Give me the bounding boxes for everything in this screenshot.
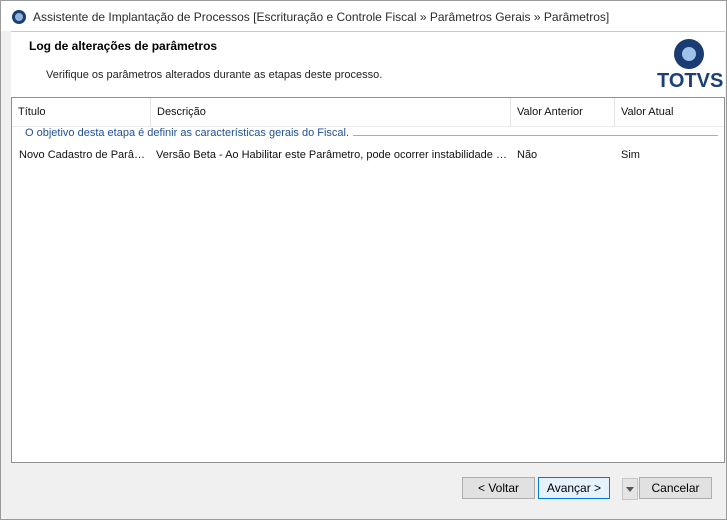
table-row[interactable]: Novo Cadastro de Parâm... Versão Beta - … [12,146,724,164]
totvs-logo-text: TOTVS [657,70,724,92]
column-header-titulo[interactable]: Título [12,98,151,126]
column-header-descricao[interactable]: Descrição [151,98,511,126]
wizard-header: Log de alterações de parâmetros Verifiqu… [11,31,725,97]
totvs-logo: TOTVS [657,38,724,94]
back-button[interactable]: < Voltar [462,477,535,499]
group-label: O objetivo desta etapa é definir as cara… [25,127,354,139]
grid-header: Título Descrição Valor Anterior Valor At… [12,98,724,127]
group-row[interactable]: O objetivo desta etapa é definir as cara… [12,127,724,143]
cell-descricao: Versão Beta - Ao Habilitar este Parâmetr… [156,149,508,161]
wizard-window: Assistente de Implantação de Processos [… [0,0,727,520]
window-title: Assistente de Implantação de Processos [… [33,10,610,24]
chevron-down-icon[interactable] [622,478,638,500]
cell-valor-atual: Sim [621,149,640,161]
app-icon [12,10,26,24]
cancel-button[interactable]: Cancelar [639,477,712,499]
title-bar: Assistente de Implantação de Processos [… [1,1,726,31]
cell-valor-anterior: Não [517,149,538,161]
column-header-valor-atual[interactable]: Valor Atual [615,98,724,126]
parameters-grid[interactable]: Título Descrição Valor Anterior Valor At… [11,97,725,463]
totvs-logo-icon [674,39,704,69]
page-subtitle: Verifique os parâmetros alterados durant… [46,69,383,81]
next-button[interactable]: Avançar > [538,477,610,499]
page-title: Log de alterações de parâmetros [29,39,218,53]
cell-titulo: Novo Cadastro de Parâm... [19,149,149,161]
column-header-valor-anterior[interactable]: Valor Anterior [511,98,615,126]
